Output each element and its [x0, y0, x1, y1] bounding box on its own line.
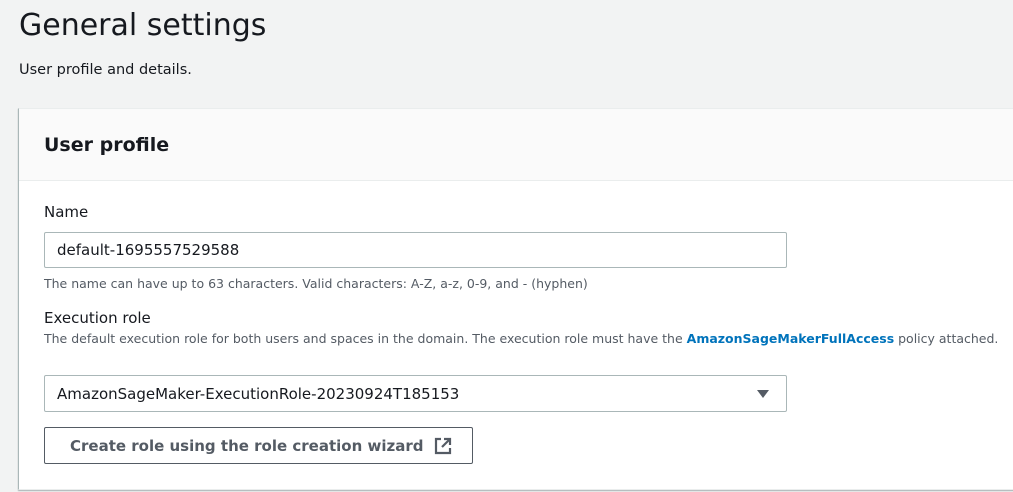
name-label: Name	[44, 203, 89, 221]
user-profile-panel: User profile Name The name can have up t…	[18, 108, 1013, 490]
external-link-icon	[433, 436, 453, 456]
amazon-sagemaker-full-access-link[interactable]: AmazonSageMakerFullAccess	[687, 331, 895, 346]
page-title: General settings	[19, 8, 267, 43]
create-role-wizard-button[interactable]: Create role using the role creation wiza…	[44, 427, 473, 464]
execution-role-description-suffix: policy attached.	[894, 331, 999, 346]
name-hint: The name can have up to 63 characters. V…	[44, 276, 588, 291]
execution-role-label: Execution role	[44, 309, 151, 327]
name-input[interactable]	[44, 232, 787, 268]
execution-role-selected-value: AmazonSageMaker-ExecutionRole-20230924T1…	[57, 385, 460, 403]
panel-header: User profile	[19, 109, 1013, 181]
panel-title: User profile	[44, 134, 170, 156]
caret-down-icon	[757, 390, 769, 398]
create-role-button-label: Create role using the role creation wiza…	[70, 437, 424, 455]
page-subtitle: User profile and details.	[19, 62, 192, 78]
execution-role-description-text: The default execution role for both user…	[44, 331, 687, 346]
execution-role-description: The default execution role for both user…	[44, 330, 999, 348]
execution-role-select[interactable]: AmazonSageMaker-ExecutionRole-20230924T1…	[44, 375, 787, 412]
